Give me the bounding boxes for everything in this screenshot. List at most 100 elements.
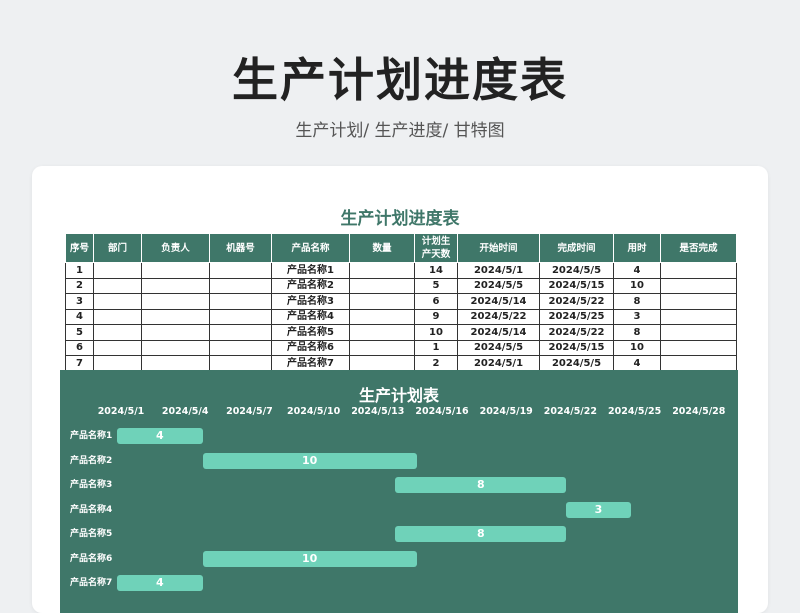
cell-used[interactable]: 4 [613,355,661,372]
table-row: 7 产品名称7 2 2024/5/1 2024/5/5 4 [65,355,737,372]
cell-dept[interactable] [93,339,142,356]
cell-dept[interactable] [93,262,142,279]
table-row: 3 产品名称3 6 2024/5/14 2024/5/22 8 [65,293,737,310]
cell-start[interactable]: 2024/5/5 [457,277,540,294]
cell-owner[interactable] [141,308,210,325]
cell-machine[interactable] [209,339,272,356]
cell-seq[interactable]: 5 [65,324,94,341]
cell-product[interactable]: 产品名称4 [271,308,350,325]
table-row: 6 产品名称6 1 2024/5/5 2024/5/15 10 [65,339,737,356]
cell-done[interactable] [660,262,737,279]
cell-done[interactable] [660,293,737,310]
cell-product[interactable]: 产品名称1 [271,262,350,279]
cell-end[interactable]: 2024/5/25 [539,308,614,325]
cell-seq[interactable]: 7 [65,355,94,372]
cell-machine[interactable] [209,262,272,279]
cell-seq[interactable]: 6 [65,339,94,356]
cell-qty[interactable] [349,308,415,325]
x-tick-label: 2024/5/4 [161,406,209,417]
cell-seq[interactable]: 1 [65,262,94,279]
table-row: 5 产品名称5 10 2024/5/14 2024/5/22 8 [65,324,737,341]
col-header: 是否完成 [660,233,737,263]
x-tick-label: 2024/5/22 [543,406,597,417]
cell-qty[interactable] [349,293,415,310]
cell-used[interactable]: 10 [613,339,661,356]
cell-machine[interactable] [209,308,272,325]
cell-used[interactable]: 10 [613,277,661,294]
plan-table: 序号 部门 负责人 机器号 产品名称 数量 计划生产天数 开始时间 完成时间 用… [65,233,737,372]
cell-product[interactable]: 产品名称5 [271,324,350,341]
cell-qty[interactable] [349,324,415,341]
gantt-bar: 4 [117,575,203,591]
cell-qty[interactable] [349,262,415,279]
y-category-label: 产品名称6 [70,553,113,564]
cell-days[interactable]: 10 [414,324,458,341]
y-category-label: 产品名称3 [70,480,113,490]
cell-start[interactable]: 2024/5/1 [457,355,540,372]
cell-qty[interactable] [349,277,415,294]
cell-days[interactable]: 6 [414,293,458,310]
x-tick-label: 2024/5/7 [226,406,273,417]
sheet-title: 生产计划进度表 [340,209,460,229]
cell-qty[interactable] [349,355,415,372]
cell-product[interactable]: 产品名称6 [271,339,350,356]
cell-dept[interactable] [93,355,142,372]
cell-dept[interactable] [93,293,142,310]
cell-end[interactable]: 2024/5/22 [539,293,614,310]
cell-seq[interactable]: 3 [65,293,94,310]
cell-owner[interactable] [141,339,210,356]
cell-used[interactable]: 8 [613,293,661,310]
cell-end[interactable]: 2024/5/15 [539,277,614,294]
y-category-label: 产品名称5 [70,529,113,539]
cell-qty[interactable] [349,339,415,356]
cell-machine[interactable] [209,293,272,310]
cell-product[interactable]: 产品名称3 [271,293,350,310]
gantt-bar: 10 [202,452,417,469]
cell-end[interactable]: 2024/5/15 [539,339,614,356]
x-tick-label: 2024/5/13 [351,406,405,417]
cell-end[interactable]: 2024/5/5 [539,262,614,279]
cell-days[interactable]: 1 [414,339,458,356]
cell-used[interactable]: 8 [613,324,661,341]
cell-owner[interactable] [141,355,210,372]
cell-days[interactable]: 5 [414,277,458,294]
cell-product[interactable]: 产品名称2 [271,277,350,294]
cell-dept[interactable] [93,324,142,341]
x-tick-label: 2024/5/10 [286,406,341,417]
table-row: 1 产品名称1 14 2024/5/1 2024/5/5 4 [65,262,737,279]
cell-product[interactable]: 产品名称7 [271,355,350,372]
cell-dept[interactable] [93,308,142,325]
cell-seq[interactable]: 4 [65,308,94,325]
cell-done[interactable] [660,308,737,325]
cell-start[interactable]: 2024/5/14 [457,324,540,341]
cell-owner[interactable] [141,293,210,310]
cell-seq[interactable]: 2 [65,277,94,294]
cell-done[interactable] [660,355,737,372]
cell-days[interactable]: 9 [414,308,458,325]
cell-done[interactable] [660,324,737,341]
cell-machine[interactable] [209,355,272,372]
cell-owner[interactable] [141,324,210,341]
cell-days[interactable]: 14 [414,262,458,279]
cell-end[interactable]: 2024/5/22 [539,324,614,341]
cell-start[interactable]: 2024/5/1 [457,262,540,279]
cell-days[interactable]: 2 [414,355,458,372]
cell-end[interactable]: 2024/5/5 [539,355,614,372]
table-row: 2 产品名称2 5 2024/5/5 2024/5/15 10 [65,277,737,294]
cell-used[interactable]: 3 [613,308,661,325]
cell-machine[interactable] [209,324,272,341]
cell-owner[interactable] [141,277,210,294]
col-header: 用时 [613,233,661,263]
cell-start[interactable]: 2024/5/14 [457,293,540,310]
cell-start[interactable]: 2024/5/5 [457,339,540,356]
cell-owner[interactable] [141,262,210,279]
cell-done[interactable] [660,277,737,294]
col-header: 计划生产天数 [414,233,458,263]
cell-start[interactable]: 2024/5/22 [457,308,540,325]
x-tick-label: 2024/5/16 [415,406,469,417]
template-preview-card: 生产计划进度表 序号 部门 负责人 机器号 产品名称 数量 计划生产天数 开始时… [32,166,768,613]
cell-dept[interactable] [93,277,142,294]
cell-done[interactable] [660,339,737,356]
cell-used[interactable]: 4 [613,262,661,279]
cell-machine[interactable] [209,277,272,294]
